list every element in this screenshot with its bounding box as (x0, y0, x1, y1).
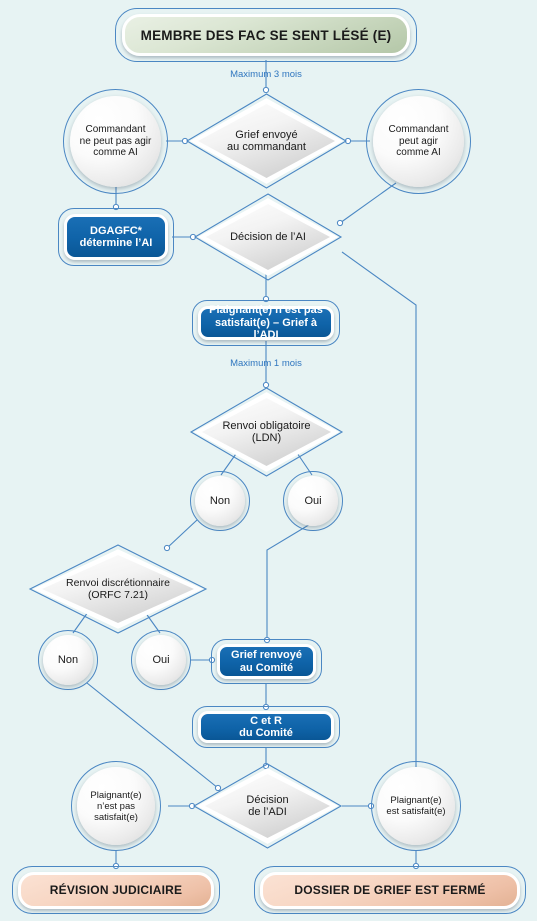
node-grief-renvoye-au-comite[interactable]: Grief renvoyé au Comité (217, 644, 316, 679)
node-decision-de-ladi[interactable]: Décision de l’ADI (192, 762, 343, 850)
grief-renvoye-line2: au Comité (239, 661, 294, 674)
node-commandant-peut-agir[interactable]: Commandant peut agir comme AI (373, 96, 464, 187)
c-et-r-line2: du Comité (239, 727, 293, 739)
node-dossier-de-grief-est-ferme[interactable]: DOSSIER DE GRIEF EST FERMÉ (260, 872, 520, 909)
node-dgagfc[interactable]: DGAGFC* détermine l’AI (64, 214, 168, 260)
node-decision-de-lai[interactable]: Décision de l’AI (193, 192, 343, 282)
ldn-non-label: Non (209, 494, 231, 507)
cmdt-peut-line1: Commandant (388, 124, 449, 136)
plaignant-sat-line1: Plaignant(e) (390, 795, 442, 806)
node-start-terminal[interactable]: MEMBRE DES FAC SE SENT LÉSÉ (E) (122, 14, 410, 56)
cmdt-peut-line2: peut agir (399, 135, 438, 147)
orfc-oui-label: Oui (152, 653, 170, 666)
node-ldn-oui[interactable]: Oui (288, 476, 338, 526)
node-orfc-non[interactable]: Non (43, 635, 93, 685)
dgagfc-line1: DGAGFC* (90, 224, 142, 237)
plaignant-adi-line2: satisfait(e) – Grief à l’ADI (214, 316, 318, 342)
cmdt-ne-peut-line1: Commandant (85, 124, 146, 136)
plaignant-sat-line2: est satisfait(e) (386, 806, 446, 817)
c-et-r-line1: C et R (250, 714, 282, 727)
flowchart-canvas: MEMBRE DES FAC SE SENT LÉSÉ (E) Maximum … (0, 0, 537, 921)
revision-judiciaire-label: RÉVISION JUDICIAIRE (49, 882, 183, 897)
plaignant-non-line2: n’est pas (96, 800, 135, 812)
node-renvoi-discretionnaire[interactable]: Renvoi discrétionnaire (ORFC 7.21) (28, 543, 208, 635)
dgagfc-line2: détermine l’AI (79, 237, 153, 249)
node-ldn-non[interactable]: Non (195, 476, 245, 526)
edge-label-max-1-mois: Maximum 1 mois (206, 358, 326, 369)
plaignant-non-line1: Plaignant(e) (90, 789, 142, 801)
cmdt-peut-line3: comme AI (396, 147, 441, 159)
cmdt-ne-peut-line2: ne peut pas agir (79, 135, 152, 147)
node-commandant-ne-peut-pas-agir[interactable]: Commandant ne peut pas agir comme AI (70, 96, 161, 187)
dossier-ferme-label: DOSSIER DE GRIEF EST FERMÉ (294, 882, 486, 897)
edge-label-max-1-mois-text: Maximum 1 mois (230, 358, 302, 369)
orfc-non-label: Non (57, 653, 79, 666)
grief-renvoye-line1: Grief renvoyé (231, 649, 302, 661)
plaignant-non-line3: satisfait(e) (94, 811, 138, 823)
cmdt-ne-peut-line3: comme AI (93, 147, 138, 159)
node-renvoi-obligatoire[interactable]: Renvoi obligatoire (LDN) (189, 386, 344, 478)
plaignant-adi-line1: Plaignant(e) n’est pas (209, 304, 323, 317)
node-orfc-oui[interactable]: Oui (136, 635, 186, 685)
node-revision-judiciaire[interactable]: RÉVISION JUDICIAIRE (18, 872, 214, 909)
node-start-label: MEMBRE DES FAC SE SENT LÉSÉ (E) (140, 27, 392, 43)
node-plaignant-non-satisfait-adi[interactable]: Plaignant(e) n’est pas satisfait(e) – Gr… (198, 304, 334, 342)
node-grief-envoye-au-commandant[interactable]: Grief envoyé au commandant (185, 92, 348, 190)
ldn-oui-label: Oui (304, 494, 322, 507)
node-plaignant-est-satisfait[interactable]: Plaignant(e) est satisfait(e) (377, 767, 455, 845)
edge-label-max-3-mois-text: Maximum 3 mois (230, 69, 302, 80)
edge-label-max-3-mois: Maximum 3 mois (206, 69, 326, 80)
node-c-et-r-du-comite[interactable]: C et R du Comité (198, 711, 334, 743)
node-plaignant-nest-pas-satisfait[interactable]: Plaignant(e) n’est pas satisfait(e) (77, 767, 155, 845)
